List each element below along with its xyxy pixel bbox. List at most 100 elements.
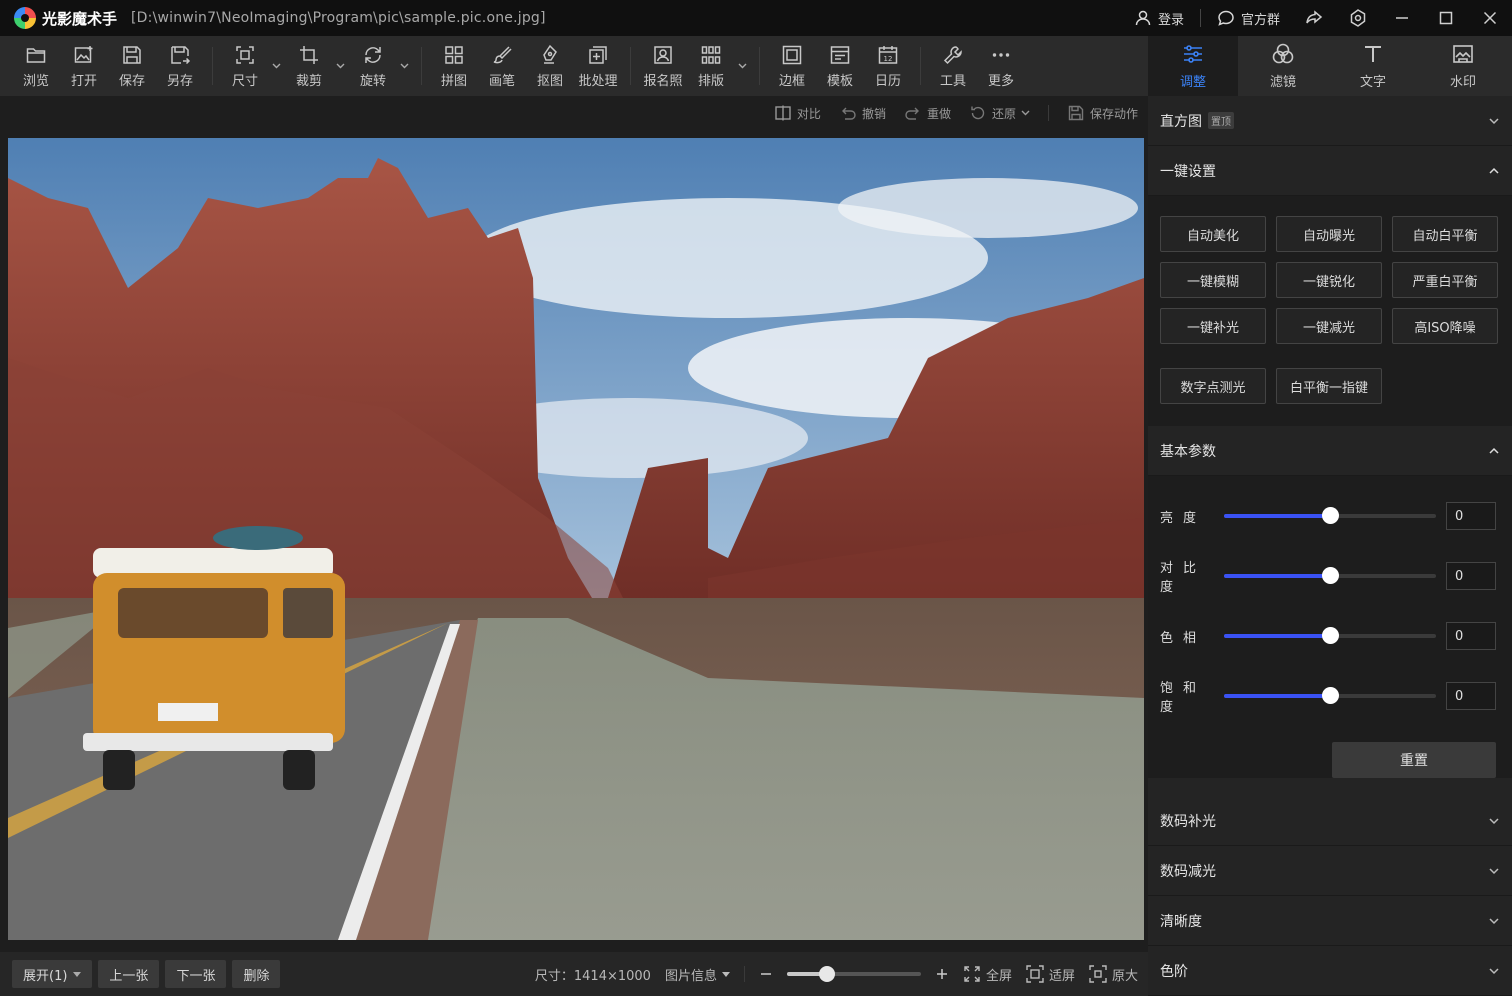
saturation-slider[interactable] xyxy=(1224,687,1436,704)
spot-metering-button[interactable]: 数字点测光 xyxy=(1160,368,1266,404)
image-info-button[interactable]: 图片信息 xyxy=(665,965,730,984)
chevron-down-icon xyxy=(1489,117,1499,124)
brightness-label: 亮度 xyxy=(1160,510,1207,526)
batch-button[interactable]: 批处理 xyxy=(574,38,622,94)
maximize-button[interactable] xyxy=(1424,0,1468,36)
compare-button[interactable]: 对比 xyxy=(774,104,821,122)
auto-beautify-button[interactable]: 自动美化 xyxy=(1160,216,1266,252)
official-group-button[interactable]: 官方群 xyxy=(1217,0,1280,36)
chevron-down-icon xyxy=(272,63,280,69)
contrast-slider[interactable] xyxy=(1224,567,1436,584)
auto-white-balance-button[interactable]: 自动白平衡 xyxy=(1392,216,1498,252)
image-canvas[interactable] xyxy=(8,138,1144,940)
one-click-blur-button[interactable]: 一键模糊 xyxy=(1160,262,1266,298)
redo-icon xyxy=(905,107,919,120)
zoom-out-icon[interactable] xyxy=(759,967,773,981)
section-digital-reduce-light[interactable]: 数码减光 xyxy=(1148,846,1512,896)
calendar-icon: 12 xyxy=(878,45,898,64)
brightness-slider-knob[interactable] xyxy=(1322,507,1339,524)
chevron-down-icon xyxy=(1489,917,1499,924)
tab-adjust[interactable]: 调整 xyxy=(1148,36,1238,96)
strong-white-balance-button[interactable]: 严重白平衡 xyxy=(1392,262,1498,298)
photo-desert-road-van xyxy=(8,138,1144,940)
saturation-slider-knob[interactable] xyxy=(1322,687,1339,704)
browse-button[interactable]: 浏览 xyxy=(12,38,60,94)
share-button[interactable] xyxy=(1292,0,1336,36)
save-action-button[interactable]: 保存动作 xyxy=(1067,104,1138,122)
login-button[interactable]: 登录 xyxy=(1134,0,1184,36)
tab-text[interactable]: 文字 xyxy=(1328,36,1418,96)
zoom-slider-knob[interactable] xyxy=(819,966,836,982)
divider xyxy=(212,47,213,85)
quick-settings-label: 一键设置 xyxy=(1160,163,1216,180)
contrast-input[interactable]: 0 xyxy=(1446,562,1496,590)
section-histogram[interactable]: 直方图 置顶 xyxy=(1148,96,1512,146)
one-click-fill-light-button[interactable]: 一键补光 xyxy=(1160,308,1266,344)
login-label: 登录 xyxy=(1157,12,1184,28)
zoom-slider[interactable] xyxy=(786,966,921,982)
size-button[interactable]: 尺寸 xyxy=(221,38,269,94)
tab-watermark[interactable]: 水印 xyxy=(1418,36,1508,96)
collage-button[interactable]: 拼图 xyxy=(430,38,478,94)
chevron-down-icon xyxy=(1489,967,1499,974)
section-clarity[interactable]: 清晰度 xyxy=(1148,896,1512,946)
layout-dropdown[interactable] xyxy=(735,38,749,94)
save-button[interactable]: 保存 xyxy=(108,38,156,94)
id-photo-button[interactable]: 报名照 xyxy=(639,38,687,94)
border-button[interactable]: 边框 xyxy=(768,38,816,94)
hue-slider[interactable] xyxy=(1224,627,1436,644)
brush-button[interactable]: 画笔 xyxy=(478,38,526,94)
section-digital-fill-light[interactable]: 数码补光 xyxy=(1148,796,1512,846)
chat-icon xyxy=(1218,10,1234,26)
contrast-slider-knob[interactable] xyxy=(1322,567,1339,584)
high-iso-denoise-button[interactable]: 高ISO降噪 xyxy=(1392,308,1498,344)
crop-dropdown[interactable] xyxy=(333,38,347,94)
rotate-button[interactable]: 旋转 xyxy=(349,38,397,94)
hue-input[interactable]: 0 xyxy=(1446,622,1496,650)
one-click-reduce-light-button[interactable]: 一键减光 xyxy=(1276,308,1382,344)
expand-button[interactable]: 展开(1) xyxy=(12,960,93,988)
layout-button[interactable]: 排版 xyxy=(687,38,735,94)
prev-button[interactable]: 上一张 xyxy=(98,960,160,988)
tab-filters[interactable]: 滤镜 xyxy=(1238,36,1328,96)
size-dropdown[interactable] xyxy=(269,38,283,94)
restore-button[interactable]: 还原 xyxy=(969,104,1030,122)
divider xyxy=(759,47,760,85)
tools-label: 工具 xyxy=(939,73,966,89)
rotate-dropdown[interactable] xyxy=(397,38,411,94)
crop-button[interactable]: 裁剪 xyxy=(285,38,333,94)
image-size-info: 尺寸：1414×1000 xyxy=(534,968,651,984)
cutout-button[interactable]: 抠图 xyxy=(526,38,574,94)
template-button[interactable]: 模板 xyxy=(816,38,864,94)
fit-screen-button[interactable]: 适屏 xyxy=(1026,965,1075,984)
zoom-in-icon[interactable] xyxy=(935,967,949,981)
close-button[interactable] xyxy=(1468,0,1512,36)
one-click-sharpen-button[interactable]: 一键锐化 xyxy=(1276,262,1382,298)
minimize-button[interactable] xyxy=(1380,0,1424,36)
save-as-button[interactable]: 另存 xyxy=(156,38,204,94)
redo-button[interactable]: 重做 xyxy=(904,104,951,122)
section-quick-settings[interactable]: 一键设置 xyxy=(1148,146,1512,196)
pin-badge[interactable]: 置顶 xyxy=(1208,112,1234,129)
original-size-button[interactable]: 原大 xyxy=(1089,965,1138,984)
settings-button[interactable] xyxy=(1336,0,1380,36)
open-button[interactable]: 打开 xyxy=(60,38,108,94)
calendar-button[interactable]: 12 日历 xyxy=(864,38,912,94)
section-basic-params[interactable]: 基本参数 xyxy=(1148,426,1512,476)
brightness-slider[interactable] xyxy=(1224,507,1436,524)
delete-button[interactable]: 删除 xyxy=(232,960,281,988)
saturation-input[interactable]: 0 xyxy=(1446,682,1496,710)
next-button[interactable]: 下一张 xyxy=(165,960,227,988)
white-balance-picker-button[interactable]: 白平衡一指键 xyxy=(1276,368,1382,404)
chevron-down-icon xyxy=(1489,867,1499,874)
brightness-input[interactable]: 0 xyxy=(1446,502,1496,530)
undo-button[interactable]: 撤销 xyxy=(839,104,886,122)
section-levels[interactable]: 色阶 xyxy=(1148,946,1512,996)
hue-slider-knob[interactable] xyxy=(1322,627,1339,644)
more-button[interactable]: 更多 xyxy=(977,38,1025,94)
open-image-icon xyxy=(74,45,93,63)
tools-button[interactable]: 工具 xyxy=(929,38,977,94)
fullscreen-button[interactable]: 全屏 xyxy=(963,965,1012,984)
reset-button[interactable]: 重置 xyxy=(1332,742,1496,778)
auto-exposure-button[interactable]: 自动曝光 xyxy=(1276,216,1382,252)
